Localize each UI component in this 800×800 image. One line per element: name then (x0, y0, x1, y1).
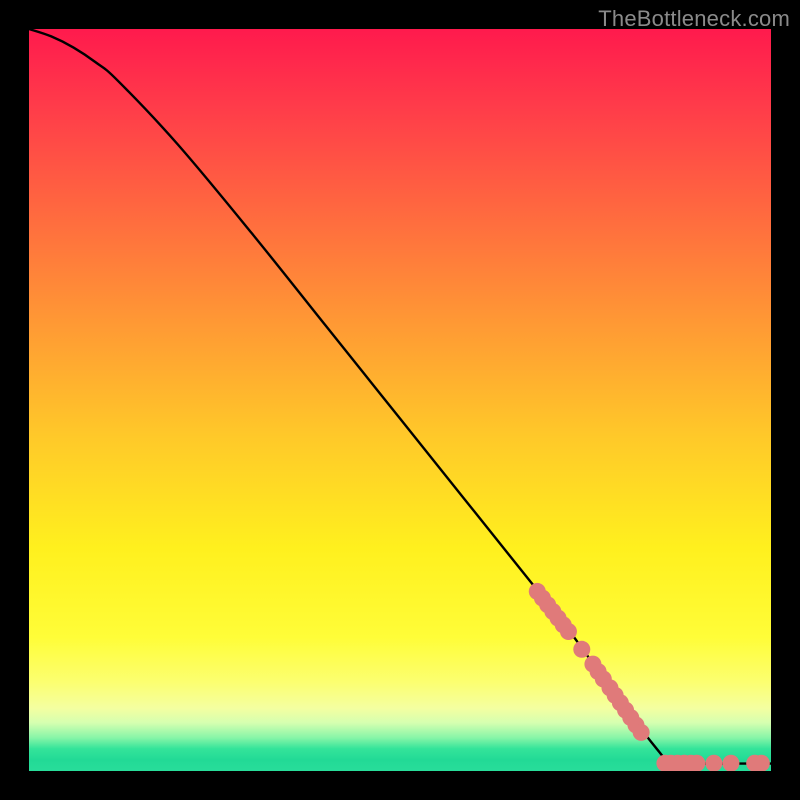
curve-layer (29, 29, 771, 764)
data-point (688, 755, 705, 771)
data-point (705, 755, 722, 771)
data-point (633, 724, 650, 741)
data-point (560, 623, 577, 640)
data-point (573, 641, 590, 658)
plot-svg (29, 29, 771, 771)
data-point (722, 755, 739, 771)
plot-area (29, 29, 771, 771)
watermark-label: TheBottleneck.com (598, 6, 790, 32)
points-layer (529, 583, 770, 771)
curve-line (29, 29, 771, 764)
data-point (753, 755, 770, 771)
